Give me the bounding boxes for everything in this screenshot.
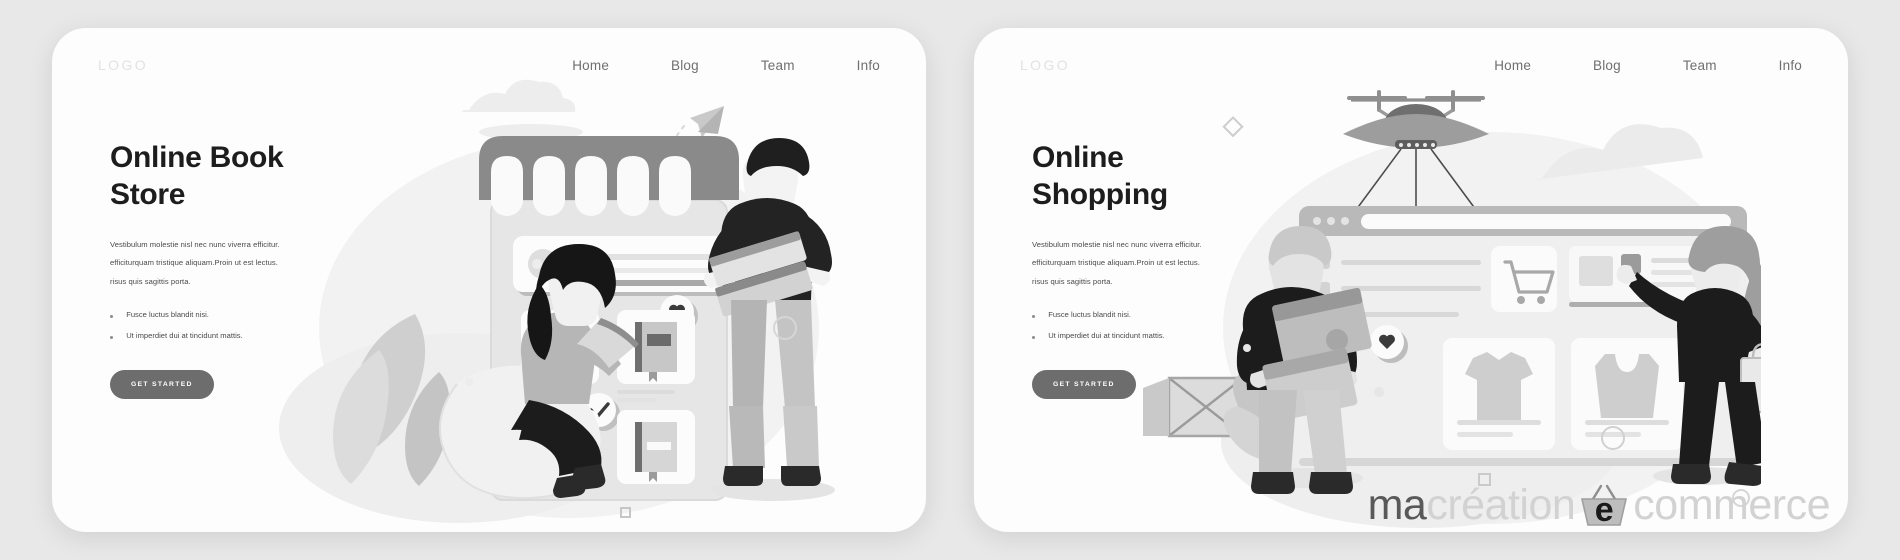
nav-item-blog[interactable]: Blog (1593, 58, 1621, 73)
hero-copy: Online Shopping Vestibulum molestie nisl… (1032, 140, 1264, 400)
window-controls (1313, 217, 1349, 225)
logo[interactable]: LOGO (1020, 57, 1070, 73)
page-title-line-1: Online Book (110, 141, 284, 174)
page-title: Online Book Store (110, 140, 342, 214)
shopping-cart-icon (1491, 246, 1557, 312)
watermark: ma création e commerce (1367, 481, 1831, 530)
get-started-button[interactable]: GET STARTED (1032, 370, 1136, 400)
paragraph-line-3: risus quis sagittis porta. (1032, 276, 1113, 286)
paragraph-line-3: risus quis sagittis porta. (110, 276, 191, 286)
watermark-part-1: ma (1367, 481, 1427, 529)
svg-text:e: e (1595, 491, 1613, 529)
bullet-dot-icon (1032, 335, 1036, 339)
tanktop-product-card (1571, 338, 1683, 450)
page-title-line-2: Shopping (1032, 177, 1168, 211)
paper-plane-icon (690, 106, 724, 138)
bullet-dot-icon (110, 314, 114, 319)
feature-list: Fusce luctus blandit nisi. Ut imperdiet … (1032, 311, 1264, 339)
nav-item-home[interactable]: Home (1494, 58, 1531, 73)
nav-item-team[interactable]: Team (761, 58, 795, 73)
bullet-dot-icon (110, 335, 114, 339)
nav-item-info[interactable]: Info (1779, 58, 1802, 73)
nav-item-blog[interactable]: Blog (671, 58, 699, 73)
paragraph-line-1: Vestibulum molestie nisl nec nunc viverr… (1032, 239, 1202, 249)
address-bar (1361, 214, 1731, 229)
watermark-part-3: commerce (1633, 481, 1830, 529)
list-item: Ut imperdiet dui at tincidunt mattis. (1032, 330, 1264, 340)
feature-list: Fusce luctus blandit nisi. Ut imperdiet … (110, 311, 342, 339)
decor-dot (465, 378, 473, 386)
list-item-label: Fusce luctus blandit nisi. (126, 309, 209, 319)
paragraph-line-1: Vestibulum molestie nisl nec nunc viverr… (110, 239, 280, 249)
nav-item-info[interactable]: Info (857, 58, 880, 73)
landing-page-pair: LOGO Home Blog Team Info Online Book Sto… (0, 0, 1900, 560)
bullet-dot-icon (1032, 314, 1036, 319)
get-started-button[interactable]: GET STARTED (110, 370, 214, 400)
logo[interactable]: LOGO (98, 57, 148, 73)
list-item-label: Ut imperdiet dui at tincidunt mattis. (1048, 330, 1165, 340)
list-item-label: Ut imperdiet dui at tincidunt mattis. (126, 330, 243, 340)
nav-item-home[interactable]: Home (572, 58, 609, 73)
main-nav: Home Blog Team Info (572, 58, 880, 73)
decor-dot (532, 259, 542, 269)
paragraph-line-2: efficiturquam tristique aliquam.Proin ut… (1032, 258, 1200, 268)
card-online-book-store: LOGO Home Blog Team Info Online Book Sto… (52, 28, 926, 532)
book-product-card (617, 410, 695, 484)
shopping-basket-icon: e (1577, 483, 1631, 529)
paragraph-line-2: efficiturquam tristique aliquam.Proin ut… (110, 258, 278, 268)
watermark-part-2: création (1426, 481, 1576, 529)
page-title-line-1: Online (1032, 141, 1124, 174)
hero-copy: Online Book Store Vestibulum molestie ni… (110, 140, 342, 400)
nav-item-team[interactable]: Team (1683, 58, 1717, 73)
hero-paragraph: Vestibulum molestie nisl nec nunc viverr… (1032, 236, 1264, 291)
list-item: Fusce luctus blandit nisi. (1032, 311, 1264, 319)
decor-diamond (1222, 116, 1244, 138)
main-nav: Home Blog Team Info (1494, 58, 1802, 73)
list-item: Ut imperdiet dui at tincidunt mattis. (110, 330, 342, 340)
decor-dot (1374, 387, 1384, 397)
card-online-shopping: LOGO Home Blog Team Info Online Shopping… (974, 28, 1848, 532)
page-title: Online Shopping (1032, 140, 1264, 214)
tshirt-product-card (1443, 338, 1555, 450)
list-item-label: Fusce luctus blandit nisi. (1048, 309, 1131, 319)
list-item: Fusce luctus blandit nisi. (110, 311, 342, 319)
page-title-line-2: Store (110, 177, 186, 211)
header-bar: LOGO Home Blog Team Info (974, 28, 1848, 102)
header-bar: LOGO Home Blog Team Info (52, 28, 926, 102)
hero-paragraph: Vestibulum molestie nisl nec nunc viverr… (110, 236, 342, 291)
